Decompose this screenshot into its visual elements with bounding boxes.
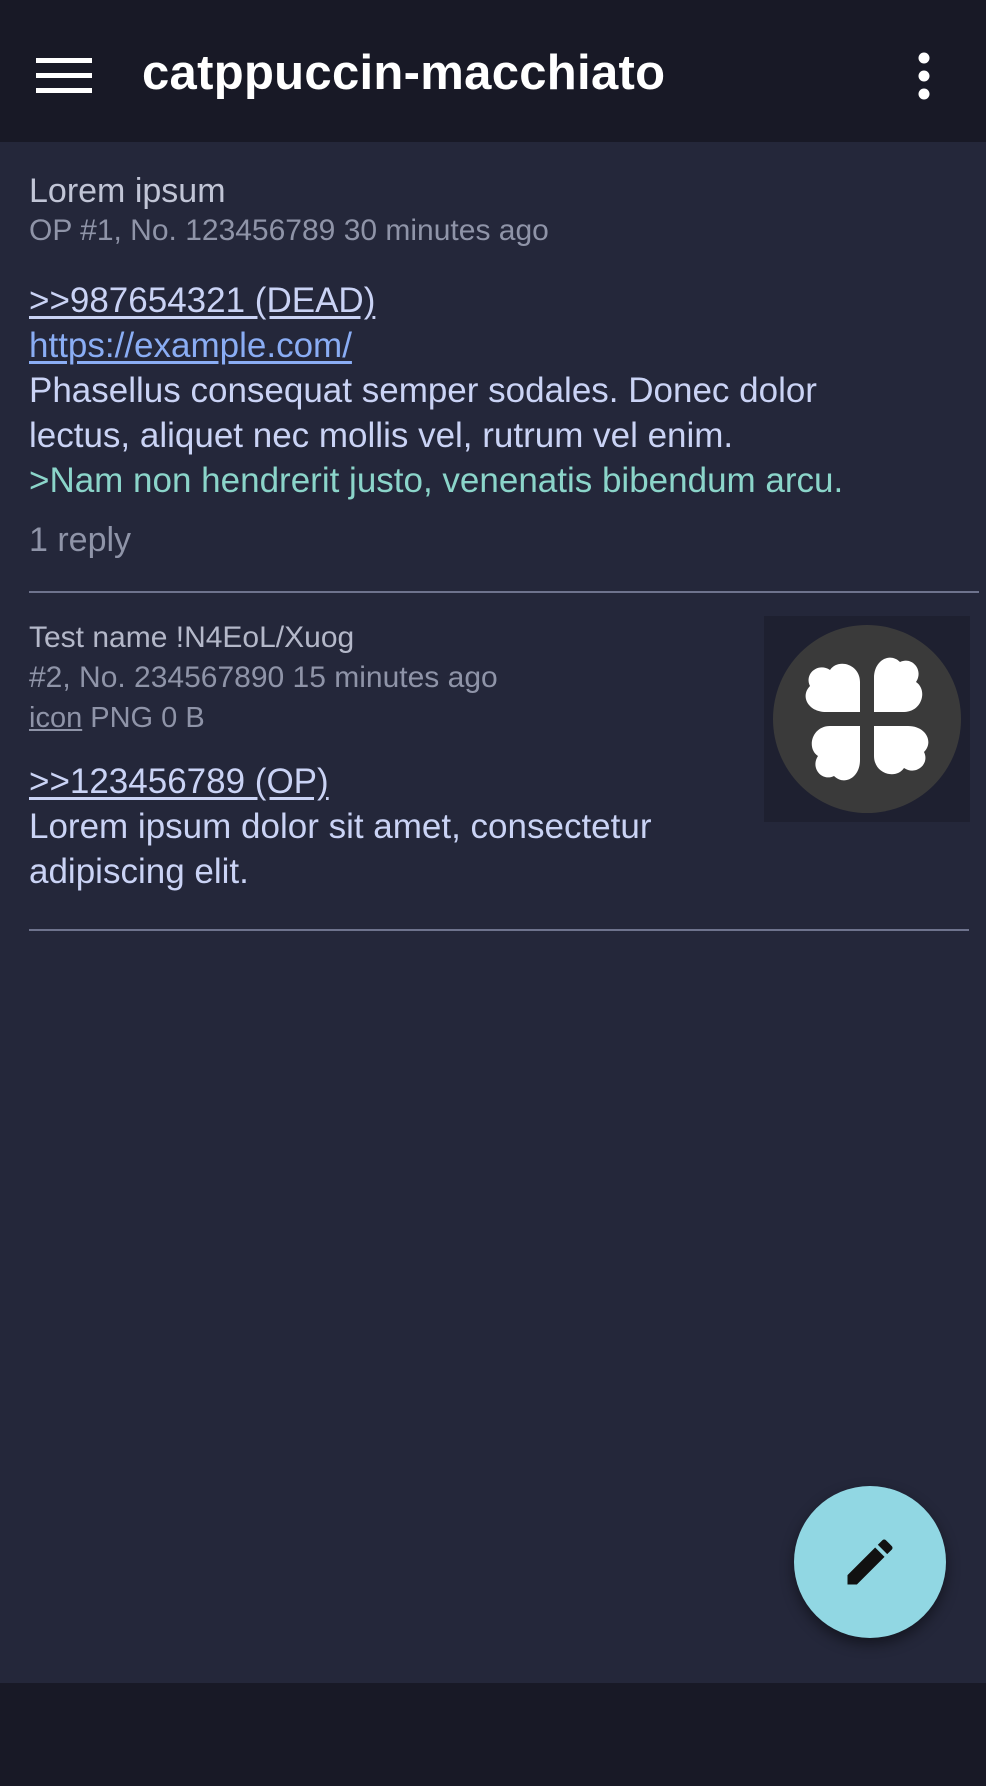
post-meta: OP #1, No. 123456789 30 minutes ago	[29, 214, 549, 247]
post-op[interactable]: Lorem ipsum OP #1, No. 123456789 30 minu…	[29, 170, 979, 561]
poster-name: Test name !N4EoL/Xuog	[29, 621, 355, 654]
quote-link[interactable]: >>987654321 (DEAD)	[29, 278, 979, 323]
body-line: Lorem ipsum dolor sit amet, consectetur	[29, 807, 652, 846]
more-vert-icon	[918, 52, 930, 100]
body-line: lectus, aliquet nec mollis vel, rutrum v…	[29, 416, 734, 455]
pencil-edit-icon	[847, 1539, 893, 1585]
post-divider	[29, 929, 969, 931]
replies-link[interactable]: 1 reply	[29, 519, 979, 561]
greentext-line: >Nam non hendrerit justo, venenatis bibe…	[29, 461, 844, 500]
url-link[interactable]: https://example.com/	[29, 323, 979, 368]
body-line: adipiscing elit.	[29, 852, 249, 891]
clover-logo-icon	[773, 625, 961, 813]
post-meta: #2, No. 234567890 15 minutes ago	[29, 661, 498, 694]
hamburger-menu-icon	[36, 58, 92, 93]
overflow-menu-button[interactable]	[896, 40, 956, 112]
post-thumbnail[interactable]	[764, 616, 970, 822]
post-reply[interactable]: Test name !N4EoL/Xuog #2, No. 234567890 …	[29, 619, 749, 894]
file-name-link[interactable]: icon	[29, 702, 82, 734]
post-body: >>123456789 (OP) Lorem ipsum dolor sit a…	[29, 759, 749, 894]
bottom-system-bar	[0, 1683, 986, 1786]
post-body: >>987654321 (DEAD) https://example.com/ …	[29, 278, 979, 503]
post-subject: Lorem ipsum	[29, 172, 226, 210]
quote-link[interactable]: >>123456789 (OP)	[29, 759, 749, 804]
app-title: catppuccin-macchiato	[142, 46, 666, 100]
menu-button[interactable]	[24, 40, 106, 112]
compose-fab-button[interactable]	[794, 1486, 946, 1638]
file-info-line: icon PNG 0 B	[29, 699, 749, 737]
body-line: Phasellus consequat semper sodales. Done…	[29, 371, 817, 410]
file-info: PNG 0 B	[90, 702, 205, 734]
app-bar: catppuccin-macchiato	[0, 0, 986, 142]
post-divider	[29, 591, 979, 593]
